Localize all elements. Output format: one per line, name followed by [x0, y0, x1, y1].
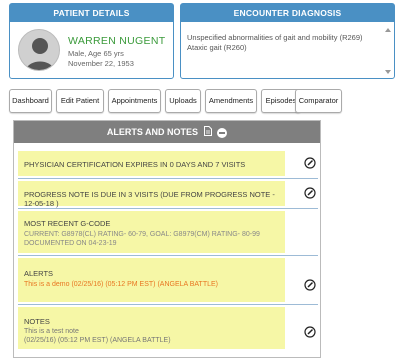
alerts-notes-header: ALERTS AND NOTES	[14, 121, 320, 143]
alert-item: This is a demo (02/25/16) (05:12 PM EST)…	[24, 281, 218, 288]
progress-note-text: PROGRESS NOTE IS DUE IN 3 VISITS (DUE FR…	[24, 190, 275, 208]
notes-title: NOTES	[24, 317, 50, 326]
edit-circle-icon[interactable]	[304, 326, 316, 338]
patient-details-header: PATIENT DETAILS	[10, 4, 173, 22]
alerts-notes-title: ALERTS AND NOTES	[106, 127, 199, 137]
encounter-diagnosis-header: ENCOUNTER DIAGNOSIS	[181, 4, 394, 22]
document-icon[interactable]	[203, 122, 212, 144]
diagnosis-scrollbar[interactable]	[385, 26, 391, 76]
notes-row: NOTES This is a test note (02/25/16) (05…	[18, 307, 285, 349]
collapse-minus-icon[interactable]	[217, 127, 228, 138]
alerts-title: ALERTS	[24, 269, 54, 278]
divider	[18, 304, 318, 305]
gcode-documented: DOCUMENTED ON 04-23-19	[24, 240, 117, 247]
gcode-current: CURRENT: G8978(CL) RATING- 60-79, GOAL: …	[24, 231, 260, 238]
divider	[18, 178, 318, 179]
tab-appointments[interactable]: Appointments	[108, 89, 161, 113]
avatar	[18, 29, 60, 71]
edit-circle-icon[interactable]	[304, 279, 316, 291]
gcode-row: MOST RECENT G-CODE CURRENT: G8978(CL) RA…	[18, 211, 285, 253]
divider	[18, 208, 318, 209]
note-meta: (02/25/16) (05:12 PM EST) (ANGELA BATTLE…	[24, 337, 171, 344]
scroll-down-icon[interactable]	[385, 70, 391, 74]
edit-circle-icon[interactable]	[304, 187, 316, 199]
note-text: This is a test note	[24, 328, 79, 335]
diagnosis-item: Unspecified abnormalities of gait and mo…	[187, 33, 363, 42]
diagnosis-item: Ataxic gait (R260)	[187, 43, 247, 52]
physician-cert-row: PHYSICIAN CERTIFICATION EXPIRES IN 0 DAY…	[18, 151, 285, 176]
tab-dashboard[interactable]: Dashboard	[9, 89, 52, 113]
patient-gender-age: Male, Age 65 yrs	[68, 49, 124, 58]
tab-edit-patient[interactable]: Edit Patient	[56, 89, 104, 113]
diagnosis-list: Unspecified abnormalities of gait and mo…	[187, 33, 377, 53]
tab-amendments[interactable]: Amendments	[205, 89, 257, 113]
edit-circle-icon[interactable]	[304, 157, 316, 169]
divider	[18, 255, 318, 256]
progress-note-row: PROGRESS NOTE IS DUE IN 3 VISITS (DUE FR…	[18, 181, 285, 208]
gcode-title: MOST RECENT G-CODE	[24, 219, 111, 228]
alerts-notes-panel: ALERTS AND NOTES PHYSICIAN CERTIFICATION…	[13, 120, 321, 358]
tab-comparator[interactable]: Comparator	[295, 89, 342, 113]
patient-dob: November 22, 1953	[68, 59, 134, 68]
patient-details-card: PATIENT DETAILS WARREN NUGENT Male, Age …	[9, 3, 174, 79]
scroll-up-icon[interactable]	[385, 28, 391, 32]
physician-cert-text: PHYSICIAN CERTIFICATION EXPIRES IN 0 DAY…	[24, 160, 246, 169]
alerts-row: ALERTS This is a demo (02/25/16) (05:12 …	[18, 258, 285, 302]
tab-uploads[interactable]: Uploads	[165, 89, 201, 113]
patient-name: WARREN NUGENT	[68, 35, 166, 47]
encounter-diagnosis-card: ENCOUNTER DIAGNOSIS Unspecified abnormal…	[180, 3, 395, 79]
